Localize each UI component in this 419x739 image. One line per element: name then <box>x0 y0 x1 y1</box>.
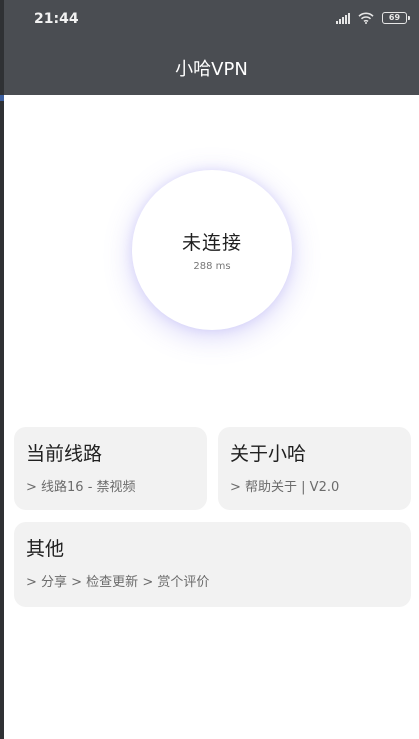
battery-level: 69 <box>388 13 401 22</box>
other-title: 其他 <box>26 538 65 560</box>
about-subtitle: > 帮助关于 | V2.0 <box>230 480 340 495</box>
app-screen: 21:44 69 小哈VPN 未连接 288 ms 当前线路 > 线路16 - … <box>4 0 419 739</box>
battery-icon: 69 <box>382 12 410 24</box>
other-card[interactable]: 其他 > 分享 > 检查更新 > 赏个评价 <box>14 522 411 607</box>
wifi-icon <box>358 12 374 24</box>
status-icons: 69 <box>336 12 410 24</box>
app-header: 21:44 69 小哈VPN <box>4 0 419 95</box>
app-title: 小哈VPN <box>175 59 248 80</box>
current-line-card[interactable]: 当前线路 > 线路16 - 禁视频 <box>14 427 207 510</box>
cellular-signal-icon <box>336 12 350 24</box>
connection-ping: 288 ms <box>193 261 231 272</box>
connect-button[interactable]: 未连接 288 ms <box>132 170 292 330</box>
current-line-title: 当前线路 <box>26 443 103 465</box>
current-line-subtitle: > 线路16 - 禁视频 <box>26 480 136 495</box>
other-subtitle: > 分享 > 检查更新 > 赏个评价 <box>26 575 210 590</box>
about-card[interactable]: 关于小哈 > 帮助关于 | V2.0 <box>218 427 411 510</box>
connection-status: 未连接 <box>181 232 242 254</box>
about-title: 关于小哈 <box>230 443 307 465</box>
status-time: 21:44 <box>34 11 79 27</box>
